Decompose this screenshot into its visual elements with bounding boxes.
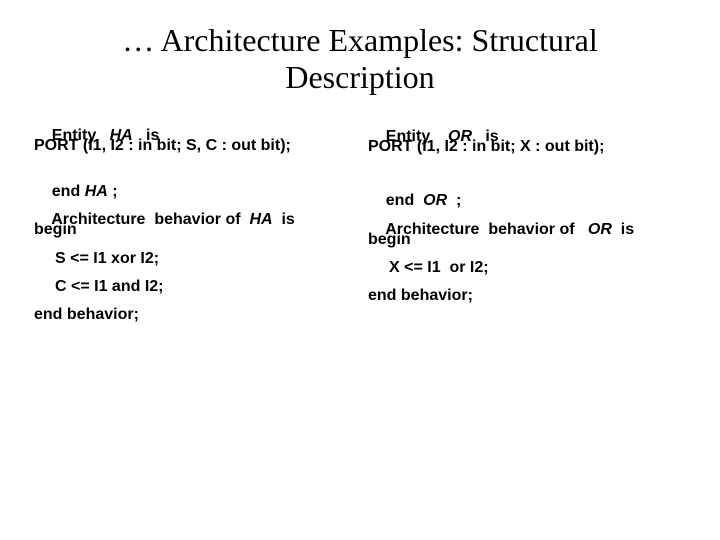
title-line-1: … Architecture Examples: Structural xyxy=(122,22,598,58)
or-begin-line: begin xyxy=(368,231,411,248)
ha-begin-line: begin xyxy=(34,221,77,238)
ha-statement-2: C <= I1 and I2; xyxy=(55,278,164,295)
or-arch-is: is xyxy=(620,221,635,238)
or-port-line: PORT (I1, I2 : in bit; X : out bit); xyxy=(368,138,605,155)
slide-title: … Architecture Examples: Structural Desc… xyxy=(0,22,720,96)
or-end-behavior-line: end behavior; xyxy=(368,287,473,304)
ha-port-line: PORT (I1, I2 : in bit; S, C : out bit); xyxy=(34,137,291,154)
ha-arch-prefix: Architecture behavior of xyxy=(51,211,241,228)
or-statement-1: X <= I1 or I2; xyxy=(389,259,489,276)
ha-code-block: Entity HA is PORT (I1, I2 : in bit; S, C… xyxy=(34,0,295,323)
title-line-2: Description xyxy=(285,59,435,95)
ha-arch-name: HA xyxy=(249,211,273,228)
or-code-block: Entity OR is PORT (I1, I2 : in bit; X : … xyxy=(368,0,634,304)
ha-end-behavior-line: end behavior; xyxy=(34,306,139,323)
or-arch-prefix: Architecture behavior of xyxy=(385,221,575,238)
or-arch-name: OR xyxy=(587,221,612,238)
ha-statement-1: S <= I1 xor I2; xyxy=(55,250,160,267)
ha-arch-is: is xyxy=(281,211,295,228)
